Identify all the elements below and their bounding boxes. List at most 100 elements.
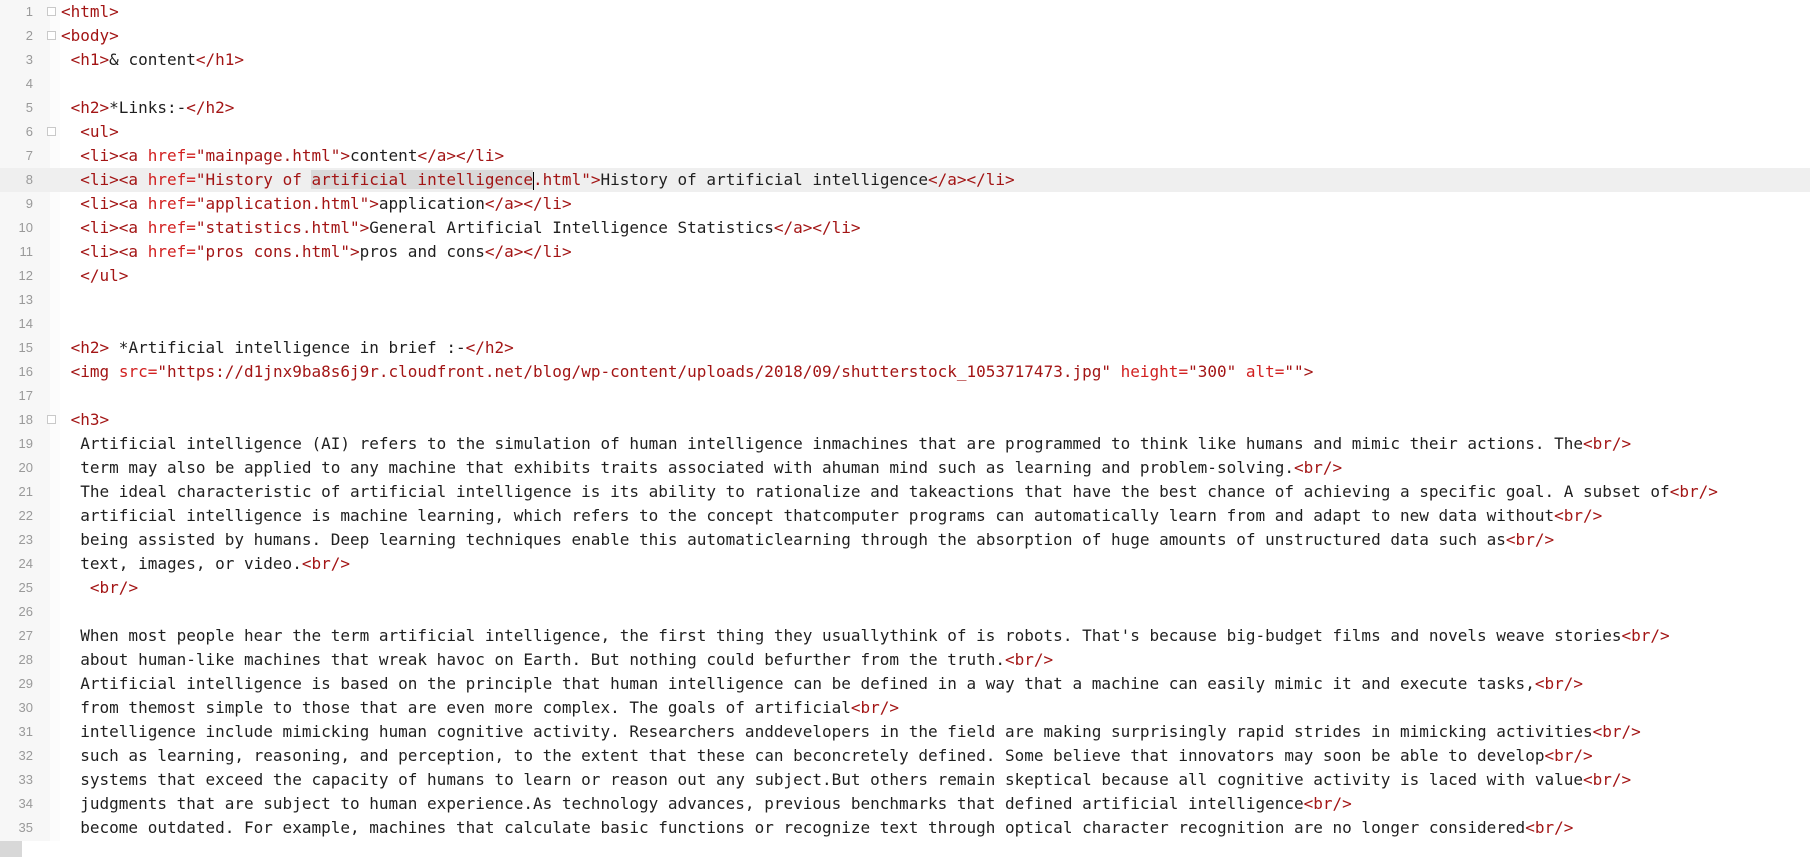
code-line[interactable]: 15 <h2> *Artificial intelligence in brie… — [0, 336, 1810, 360]
code-line[interactable]: 28 about human-like machines that wreak … — [0, 648, 1810, 672]
code-line[interactable]: 2 <body> — [0, 24, 1810, 48]
code-token: </a></li> — [927, 170, 1015, 189]
code-token: <br/> — [1669, 482, 1718, 501]
code-line[interactable]: 34 judgments that are subject to human e… — [0, 792, 1810, 816]
line-code: Artificial intelligence is based on the … — [61, 672, 1583, 696]
code-line[interactable]: 26 — [0, 600, 1810, 624]
code-token: intelligence include mimicking human cog… — [61, 722, 1593, 741]
line-code: term may also be applied to any machine … — [61, 456, 1342, 480]
code-token: > — [350, 242, 360, 261]
line-number: 9 — [25, 196, 33, 211]
code-token: > — [340, 146, 351, 165]
code-token: "application.html" — [195, 194, 370, 213]
code-line[interactable]: 1 <html> — [0, 0, 1810, 24]
code-line[interactable]: 21 The ideal characteristic of artificia… — [0, 480, 1810, 504]
code-token: </a></li> — [773, 218, 861, 237]
code-line[interactable]: 12 </ul> — [0, 264, 1810, 288]
code-token: <h1> — [70, 50, 110, 69]
code-token: > — [1303, 362, 1314, 381]
code-line[interactable]: 27 When most people hear the term artifi… — [0, 624, 1810, 648]
code-line[interactable]: 18 <h3> — [0, 408, 1810, 432]
scrollbar-corner — [0, 841, 22, 857]
line-code: The ideal characteristic of artificial i… — [61, 480, 1718, 504]
code-line[interactable]: 35 become outdated. For example, machine… — [0, 816, 1810, 840]
code-token: "mainpage.html" — [195, 146, 341, 165]
line-number: 18 — [18, 412, 33, 427]
code-token: "300" — [1188, 362, 1237, 381]
code-token: text, images, or video. — [61, 554, 302, 573]
line-number: 16 — [18, 364, 33, 379]
line-code: <br/> — [61, 576, 138, 600]
code-line[interactable]: 11 <li><a href="pros cons.html">pros and… — [0, 240, 1810, 264]
line-code: <h3> — [61, 408, 110, 432]
code-line[interactable]: 3 <h1>& content</h1> — [0, 48, 1810, 72]
code-token: "History of — [195, 170, 312, 189]
code-line[interactable]: 33 systems that exceed the capacity of h… — [0, 768, 1810, 792]
code-line[interactable]: 10 <li><a href="statistics.html">General… — [0, 216, 1810, 240]
code-line[interactable]: 19 Artificial intelligence (AI) refers t… — [0, 432, 1810, 456]
line-number: 21 — [18, 484, 33, 499]
code-token: systems that exceed the capacity of huma… — [61, 770, 1583, 789]
code-token: pros and cons — [359, 242, 485, 261]
code-line[interactable]: 23 being assisted by humans. Deep learni… — [0, 528, 1810, 552]
code-token: <br/> — [1544, 746, 1593, 765]
code-line[interactable]: 16 <img src="https://d1jnx9ba8s6j9r.clou… — [0, 360, 1810, 384]
code-line[interactable]: 5 <h2>*Links:-</h2> — [0, 96, 1810, 120]
code-line[interactable]: 32 such as learning, reasoning, and perc… — [0, 744, 1810, 768]
code-token: <img — [70, 362, 119, 381]
line-number: 25 — [18, 580, 33, 595]
code-token: </h2> — [465, 338, 514, 357]
code-line[interactable]: 24 text, images, or video.<br/> — [0, 552, 1810, 576]
fold-toggle-icon[interactable] — [47, 31, 56, 40]
horizontal-scrollbar[interactable] — [22, 841, 1810, 857]
code-line[interactable]: 4 — [0, 72, 1810, 96]
code-token: <br/> — [1505, 530, 1555, 549]
code-line[interactable]: 6 <ul> — [0, 120, 1810, 144]
line-code: <h2> *Artificial intelligence in brief :… — [61, 336, 514, 360]
code-line[interactable]: 17 — [0, 384, 1810, 408]
fold-toggle-icon[interactable] — [47, 415, 56, 424]
line-number: 17 — [18, 388, 33, 403]
code-token: <br/> — [1005, 650, 1054, 669]
code-line[interactable]: 25 <br/> — [0, 576, 1810, 600]
code-line[interactable]: 20 term may also be applied to any machi… — [0, 456, 1810, 480]
code-line[interactable]: 22 artificial intelligence is machine le… — [0, 504, 1810, 528]
code-token: <li><a — [80, 170, 148, 189]
code-token: content — [350, 146, 418, 165]
code-line[interactable]: 13 — [0, 288, 1810, 312]
code-token: such as learning, reasoning, and percept… — [61, 746, 1545, 765]
code-token: alt= — [1245, 362, 1285, 381]
line-code: become outdated. For example, machines t… — [61, 816, 1573, 840]
code-line[interactable]: 29 Artificial intelligence is based on t… — [0, 672, 1810, 696]
line-code: <li><a href="mainpage.html">content</a><… — [61, 144, 504, 168]
code-token: <h2> — [70, 338, 110, 357]
line-number: 20 — [18, 460, 33, 475]
code-line[interactable]: 8 <li><a href="History of artificial int… — [0, 168, 1810, 192]
line-code: <h1>& content</h1> — [61, 48, 244, 72]
code-lines[interactable]: 1 <html> 2 <body> 3 <h1>& content</h1> 4 5 <h2… — [0, 0, 1810, 840]
code-line[interactable]: 30 from themost simple to those that are… — [0, 696, 1810, 720]
code-token: <br/> — [1525, 818, 1574, 837]
code-line[interactable]: 14 — [0, 312, 1810, 336]
code-token: <body> — [61, 26, 119, 45]
code-token: src= — [118, 362, 158, 381]
line-code: <html> — [61, 0, 119, 24]
line-code: text, images, or video.<br/> — [61, 552, 350, 576]
line-number: 23 — [18, 532, 33, 547]
line-code: artificial intelligence is machine learn… — [61, 504, 1602, 528]
fold-toggle-icon[interactable] — [47, 7, 56, 16]
code-token: artificial intelligence is machine learn… — [61, 506, 1555, 525]
line-number: 5 — [25, 100, 33, 115]
code-line[interactable]: 7 <li><a href="mainpage.html">content</a… — [0, 144, 1810, 168]
fold-toggle-icon[interactable] — [47, 127, 56, 136]
code-line[interactable]: 9 <li><a href="application.html">applica… — [0, 192, 1810, 216]
code-line[interactable]: 31 intelligence include mimicking human … — [0, 720, 1810, 744]
code-editor[interactable]: 1 <html> 2 <body> 3 <h1>& content</h1> 4 5 <h2… — [0, 0, 1810, 857]
code-token: <br/> — [1582, 770, 1632, 789]
line-number: 15 — [18, 340, 33, 355]
